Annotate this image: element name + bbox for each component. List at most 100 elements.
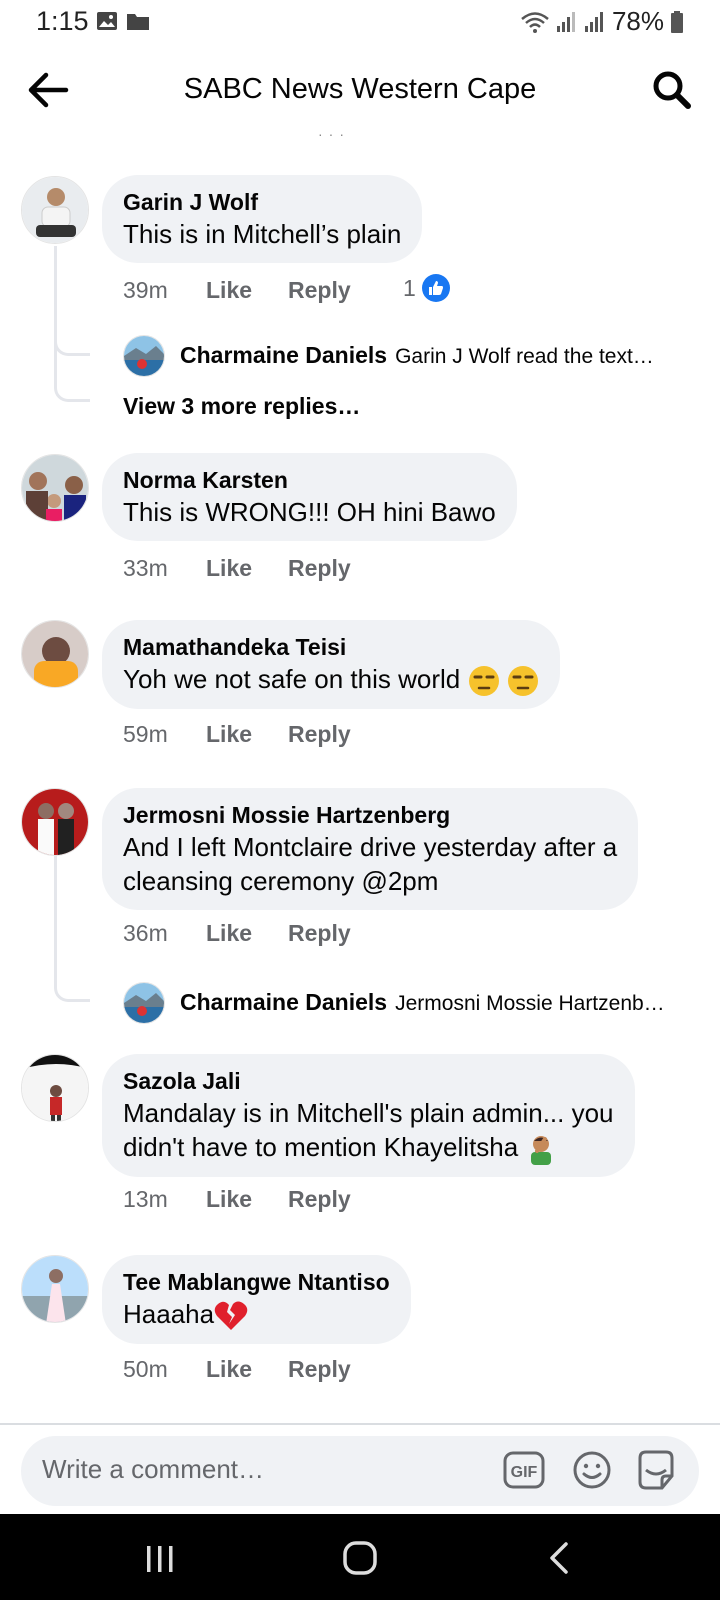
reply-button[interactable]: Reply [288, 555, 351, 582]
gallery-notification-icon [97, 12, 117, 30]
recents-button[interactable] [140, 1538, 180, 1578]
like-button[interactable]: Like [206, 920, 288, 947]
comment-actions: 36m Like Reply [123, 920, 351, 947]
avatar[interactable] [21, 1054, 89, 1122]
comment-text-line: cleansing ceremony @2pm [123, 866, 439, 896]
comment-bubble[interactable]: Tee Mablangwe Ntantiso Haaaha [102, 1255, 411, 1345]
avatar[interactable] [21, 1255, 89, 1323]
signal-1-icon [556, 11, 575, 32]
comment-composer[interactable]: Write a comment… GIF [21, 1436, 699, 1506]
avatar-image [22, 1256, 88, 1322]
avatar[interactable] [21, 176, 89, 244]
scroll-hint: ··· [318, 126, 350, 142]
like-button[interactable]: Like [206, 721, 288, 748]
folder-notification-icon [127, 14, 149, 30]
thread-line [54, 852, 57, 982]
avatar-image [124, 983, 164, 1023]
thread-line [54, 246, 57, 336]
comment-time: 59m [123, 721, 168, 747]
unamused-face-emoji-icon [507, 666, 538, 697]
reply-preview[interactable]: Charmaine Daniels Garin J Wolf read the … [180, 342, 690, 369]
reaction-number: 1 [403, 274, 416, 301]
back-nav-icon [550, 1542, 568, 1574]
back-nav-button[interactable] [540, 1538, 580, 1578]
gif-icon: GIF [503, 1451, 545, 1489]
avatar[interactable] [21, 620, 89, 688]
comment-bubble[interactable]: Garin J Wolf This is in Mitchell’s plain [102, 175, 423, 263]
avatar-image [22, 177, 88, 243]
sticker-button[interactable] [634, 1448, 678, 1492]
comment-time: 50m [123, 1356, 168, 1382]
comment-actions: 50m Like Reply [123, 1356, 351, 1383]
battery-percent: 78% [611, 6, 664, 36]
thread-connector [54, 982, 90, 1002]
avatar-image [22, 1055, 88, 1121]
reply-avatar[interactable] [123, 982, 165, 1024]
comment-text: This is WRONG!!! OH hini Bawo [123, 497, 496, 527]
comment-bubble[interactable]: Mamathandeka Teisi Yoh we not safe on th… [102, 620, 560, 710]
reply-button[interactable]: Reply [288, 721, 351, 748]
comment-text-content: Yoh we not safe on this world [123, 664, 461, 694]
comment-bubble[interactable]: Sazola Jali Mandalay is in Mitchell's pl… [102, 1054, 635, 1178]
comment-author[interactable]: Norma Karsten [123, 465, 496, 495]
comment-text: Haaaha [123, 1297, 390, 1332]
reply-avatar[interactable] [123, 335, 165, 377]
page-title: SABC News Western Cape [183, 73, 537, 105]
comment-author[interactable]: Jermosni Mossie Hartzenberg [123, 800, 617, 830]
notification-icons [96, 10, 150, 32]
comment-text-line-2: didn't have to mention Khayelitsha [123, 1130, 614, 1166]
reply-button[interactable]: Reply [288, 1356, 351, 1383]
reply-author[interactable]: Charmaine Daniels [180, 989, 387, 1016]
unamused-face-emoji-icon [468, 666, 499, 697]
home-button[interactable] [340, 1538, 380, 1578]
thread-line [54, 340, 57, 384]
reply-text: Jermosni Mossie Hartzenb… [395, 992, 665, 1015]
comment-input[interactable]: Write a comment… [42, 1454, 264, 1485]
comment-author[interactable]: Mamathandeka Teisi [123, 632, 539, 662]
composer-divider [0, 1423, 720, 1425]
broken-heart-emoji-icon [214, 1301, 248, 1331]
man-facepalming-emoji-icon [531, 1136, 552, 1166]
comment-time: 36m [123, 920, 168, 946]
reply-author[interactable]: Charmaine Daniels [180, 342, 387, 369]
comment-time: 13m [123, 1186, 168, 1212]
signal-2-icon [584, 11, 603, 32]
avatar[interactable] [21, 788, 89, 856]
comment-text-line: And I left Montclaire drive yesterday af… [123, 832, 618, 862]
sticker-icon [638, 1450, 674, 1490]
comment-text: This is in Mitchell’s plain [123, 219, 402, 249]
like-button[interactable]: Like [206, 1186, 288, 1213]
search-button[interactable] [650, 68, 694, 112]
home-icon [343, 1541, 377, 1575]
comment-bubble[interactable]: Jermosni Mossie Hartzenberg And I left M… [102, 788, 639, 910]
like-button[interactable]: Like [206, 555, 288, 582]
comment-actions: 13m Like Reply [123, 1186, 351, 1213]
comment-author[interactable]: Tee Mablangwe Ntantiso [123, 1267, 390, 1297]
status-bar: 1:15 78% [0, 0, 720, 46]
reply-button[interactable]: Reply [288, 277, 351, 304]
reply-text: Garin J Wolf read the text… [395, 345, 654, 368]
comment-author[interactable]: Garin J Wolf [123, 187, 401, 217]
recents-icon [147, 1546, 173, 1572]
reply-preview[interactable]: Charmaine Daniels Jermosni Mossie Hartze… [180, 989, 690, 1016]
view-more-replies-link[interactable]: View 3 more replies… [123, 393, 360, 420]
status-time: 1:15 [36, 6, 89, 36]
reply-button[interactable]: Reply [288, 1186, 351, 1213]
battery-icon [671, 10, 683, 33]
like-button[interactable]: Like [206, 277, 288, 304]
thread-connector [54, 336, 90, 356]
gif-button[interactable]: GIF [502, 1448, 546, 1492]
comment-bubble[interactable]: Norma Karsten This is WRONG!!! OH hini B… [102, 453, 517, 541]
avatar-image [124, 336, 164, 376]
like-button[interactable]: Like [206, 1356, 288, 1383]
app-header: SABC News Western Cape [0, 56, 720, 126]
emoji-button[interactable] [570, 1448, 614, 1492]
reaction-count[interactable]: 1 [403, 274, 450, 302]
comment-text-content: Haaaha [123, 1299, 215, 1329]
comment-text: Yoh we not safe on this world [123, 662, 539, 697]
reply-button[interactable]: Reply [288, 920, 351, 947]
comment-actions: 39m Like Reply [123, 277, 351, 304]
comment-author[interactable]: Sazola Jali [123, 1066, 614, 1096]
comment-actions: 59m Like Reply [123, 721, 351, 748]
avatar[interactable] [21, 454, 89, 522]
